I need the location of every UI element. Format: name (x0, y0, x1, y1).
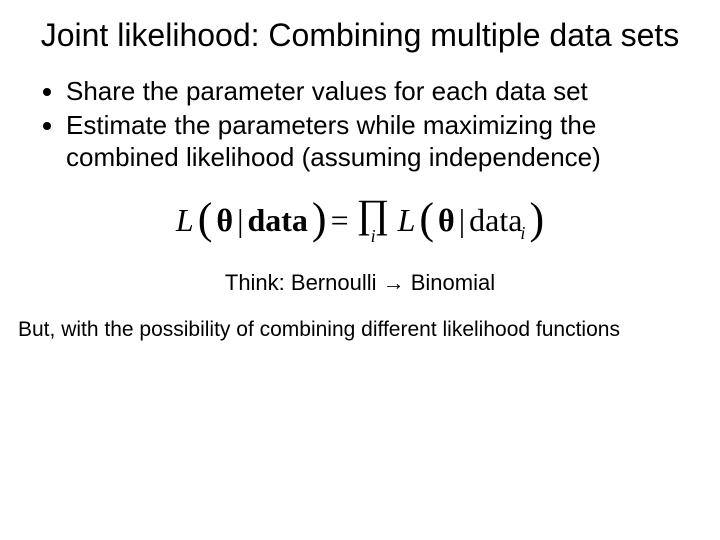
bullet-item: Share the parameter values for each data… (66, 76, 692, 108)
eq-rparen2: ) (529, 201, 544, 236)
eq-theta: θ (216, 202, 233, 239)
eq-L-right: L (398, 202, 416, 239)
eq-equals: = (331, 202, 349, 239)
product-index: i (371, 230, 376, 243)
eq-bar2: | (459, 202, 465, 239)
eq-L-left: L (176, 202, 194, 239)
eq-lparen: ( (198, 201, 213, 236)
eq-bar: | (237, 202, 243, 239)
eq-subscript-i: i (520, 223, 525, 243)
eq-product: ∏ i (357, 200, 390, 243)
product-symbol: ∏ (357, 200, 390, 228)
slide-title: Joint likelihood: Combining multiple dat… (28, 16, 692, 54)
eq-rparen: ) (312, 201, 327, 236)
eq-lparen2: ( (419, 201, 434, 236)
eq-data: data (247, 202, 307, 239)
equation: L ( θ | data ) = ∏ i L ( θ | datai ) (28, 200, 692, 243)
bullet-item: Estimate the parameters while maximizing… (66, 110, 692, 173)
eq-data-i: data (469, 202, 522, 238)
footer-note: But, with the possibility of combining d… (18, 318, 692, 342)
slide: Joint likelihood: Combining multiple dat… (0, 0, 720, 342)
eq-theta2: θ (438, 202, 455, 239)
caption: Think: Bernoulli → Binomial (28, 270, 692, 296)
bullet-list: Share the parameter values for each data… (38, 76, 692, 173)
